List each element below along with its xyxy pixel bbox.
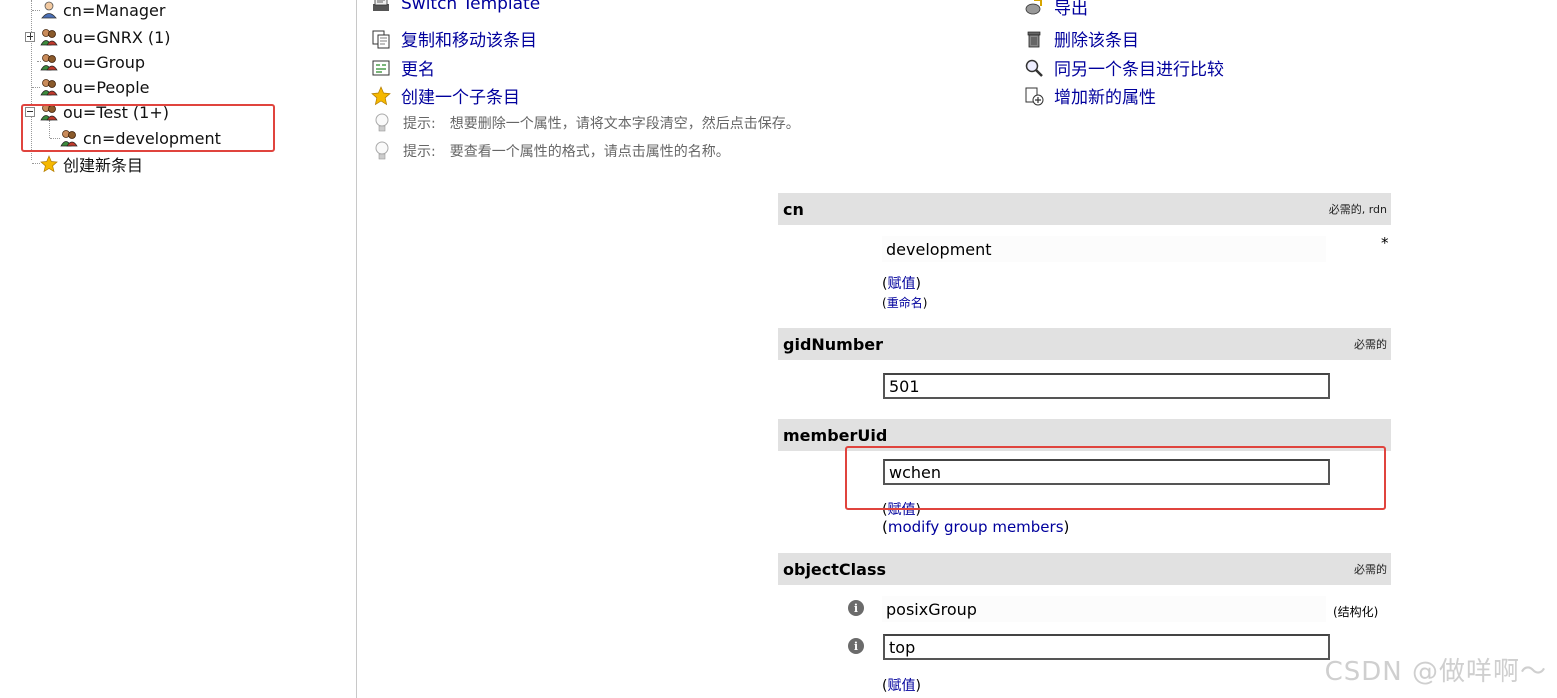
- delete-link[interactable]: 删除该条目: [1024, 26, 1139, 51]
- user-icon: [41, 1, 57, 19]
- add-value-link[interactable]: 赋值: [887, 276, 915, 292]
- tree-item-label: ou=Group: [63, 52, 146, 72]
- modify-group-members-line: (modify group members): [882, 518, 1070, 536]
- attr-name-objectclass[interactable]: objectClass: [783, 560, 886, 579]
- tree-item-label: ou=People: [63, 77, 150, 97]
- tree-item-cn-manager[interactable]: cn=Manager: [40, 0, 165, 21]
- objectclass-value-1: posixGroup: [882, 596, 1326, 622]
- lightbulb-icon: [375, 141, 389, 160]
- highlight-box: [845, 446, 1386, 510]
- tree-connector: [32, 163, 40, 164]
- rename-icon: [372, 60, 390, 75]
- info-icon[interactable]: i: [848, 600, 864, 616]
- cn-add-value-line: (赋值): [882, 276, 921, 292]
- attr-name-cn[interactable]: cn: [783, 200, 804, 219]
- rename-link[interactable]: 更名: [371, 55, 435, 80]
- tree-item-ou-people[interactable]: ou=People: [40, 76, 150, 98]
- panel-divider: [356, 0, 357, 698]
- create-child-link[interactable]: 创建一个子条目: [371, 83, 520, 108]
- hint-text: 要查看一个属性的格式，请点击属性的名称。: [449, 144, 730, 160]
- export-label: 导出: [1054, 0, 1088, 19]
- trash-icon: [1027, 31, 1041, 47]
- create-child-label: 创建一个子条目: [401, 88, 520, 108]
- delete-label: 删除该条目: [1054, 31, 1139, 51]
- required-mark: *: [1381, 234, 1389, 252]
- objectclass-add-value-line: (赋值): [882, 678, 921, 694]
- export-link[interactable]: 导出: [1024, 0, 1088, 19]
- tree-item-ou-group[interactable]: ou=Group: [40, 51, 145, 73]
- group-icon: [40, 54, 58, 71]
- rename-attr-link[interactable]: 重命名: [887, 296, 923, 310]
- tree-item-ou-gnrx[interactable]: ou=GNRX (1): [40, 26, 171, 48]
- attr-header-objectclass: objectClass 必需的: [778, 553, 1391, 585]
- hint-label: 提示:: [403, 144, 436, 160]
- add-attribute-label: 增加新的属性: [1054, 88, 1156, 108]
- ldap-tree-panel: cn=Manager ou=GNRX (1) ou=Group ou=Peopl…: [0, 0, 356, 698]
- modify-group-members-link[interactable]: modify group members: [888, 518, 1064, 536]
- tree-connector: [32, 10, 40, 11]
- cn-rename-line: (重命名): [882, 296, 928, 310]
- tree-connector: [32, 87, 40, 88]
- cn-value: development: [882, 236, 1326, 262]
- watermark: CSDN @做咩啊～: [1324, 657, 1547, 687]
- switch-template-label: Switch Template: [401, 0, 541, 14]
- attr-name-memberuid[interactable]: memberUid: [783, 426, 887, 445]
- hint-text: 想要删除一个属性，请将文本字段清空，然后点击保存。: [449, 116, 800, 132]
- info-icon[interactable]: i: [848, 638, 864, 654]
- export-icon: [1025, 0, 1042, 14]
- objectclass-input[interactable]: [883, 634, 1330, 660]
- rename-label: 更名: [401, 60, 435, 80]
- copy-icon: [372, 30, 390, 48]
- magnifier-icon: [1025, 59, 1043, 77]
- highlight-box: [21, 104, 275, 152]
- tree-item-label: cn=Manager: [63, 0, 166, 20]
- compare-label: 同另一个条目进行比较: [1054, 60, 1224, 80]
- add-value-link[interactable]: 赋值: [887, 678, 915, 694]
- gidnumber-input[interactable]: [883, 373, 1330, 399]
- hint-attribute-format: 提示: 要查看一个属性的格式，请点击属性的名称。: [373, 141, 730, 161]
- add-attribute-link[interactable]: 增加新的属性: [1024, 83, 1156, 108]
- switch-template-link[interactable]: Switch Template: [371, 0, 540, 14]
- group-icon: [40, 79, 58, 96]
- group-icon: [40, 29, 58, 46]
- copy-move-label: 复制和移动该条目: [401, 31, 537, 51]
- attr-header-gidnumber: gidNumber 必需的: [778, 328, 1391, 360]
- attr-flag: 必需的: [1354, 563, 1387, 576]
- star-icon: [40, 155, 58, 173]
- attr-header-cn: cn 必需的, rdn: [778, 193, 1391, 225]
- tree-item-create-new[interactable]: 创建新条目: [40, 153, 143, 175]
- switch-template-icon: [373, 0, 389, 11]
- tree-item-label: ou=GNRX (1): [63, 27, 171, 47]
- attr-flag: 必需的: [1354, 338, 1387, 351]
- hint-delete-attribute: 提示: 想要删除一个属性，请将文本字段清空，然后点击保存。: [373, 113, 800, 133]
- tree-item-label: 创建新条目: [63, 156, 144, 175]
- compare-link[interactable]: 同另一个条目进行比较: [1024, 55, 1224, 80]
- hint-label: 提示:: [403, 116, 436, 132]
- expand-toggle-icon[interactable]: [25, 32, 35, 42]
- add-attribute-icon: [1025, 87, 1044, 105]
- attr-name-gidnumber[interactable]: gidNumber: [783, 335, 883, 354]
- structural-note: (结构化): [1333, 605, 1379, 619]
- attr-flag: 必需的, rdn: [1328, 203, 1387, 216]
- lightbulb-icon: [375, 113, 389, 132]
- copy-move-link[interactable]: 复制和移动该条目: [371, 26, 537, 51]
- star-icon: [371, 85, 391, 105]
